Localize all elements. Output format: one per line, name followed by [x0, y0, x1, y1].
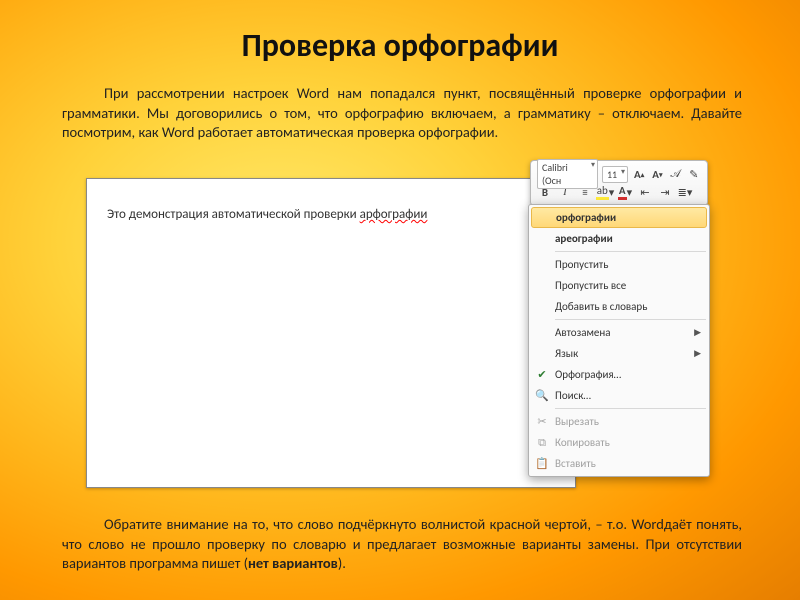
styles-icon[interactable]: 𝒜 — [668, 167, 682, 181]
bullets-icon[interactable]: ≣▾ — [677, 185, 693, 199]
menu-paste: 📋 Вставить — [529, 453, 709, 474]
menu-skip-all[interactable]: Пропустить все — [529, 275, 709, 296]
menu-autocorrect[interactable]: Автозамена ▶ — [529, 322, 709, 343]
paragraph-2: Обратите внимание на то, что слово подчё… — [62, 515, 742, 574]
para2-part-a: Обратите внимание на то, что слово подчё… — [62, 515, 742, 572]
spellcheck-context-menu: орфографии ареографии Пропустить Пропуст… — [528, 204, 710, 477]
find-icon: 🔍 — [534, 388, 550, 404]
highlight-color-icon[interactable]: ab▾ — [597, 185, 613, 199]
document-text: Это демонстрация автоматической проверки… — [107, 207, 427, 222]
para2-part-c: ). — [338, 554, 346, 572]
submenu-arrow-icon: ▶ — [694, 327, 701, 338]
menu-language-label: Язык — [555, 347, 578, 360]
menu-autocorrect-label: Автозамена — [555, 326, 611, 339]
font-size-dropdown[interactable]: 11 — [602, 166, 628, 183]
menu-find[interactable]: 🔍 Поиск… — [529, 385, 709, 406]
format-painter-icon[interactable]: ✎ — [687, 167, 701, 181]
slide-title: Проверка орфографии — [0, 26, 800, 65]
suggestion-2[interactable]: ареографии — [529, 228, 709, 249]
menu-spellcheck-label: Орфография… — [555, 368, 621, 381]
menu-add-to-dict[interactable]: Добавить в словарь — [529, 296, 709, 317]
decrease-indent-icon[interactable]: ⇤ — [637, 185, 653, 199]
menu-separator — [555, 408, 706, 409]
spellcheck-icon: ✔ — [534, 367, 550, 383]
menu-separator — [555, 251, 706, 252]
misspelled-word[interactable]: арфографии — [360, 207, 428, 222]
increase-indent-icon[interactable]: ⇥ — [657, 185, 673, 199]
menu-cut: ✂ Вырезать — [529, 411, 709, 432]
menu-copy: ⧉ Копировать — [529, 432, 709, 453]
menu-language[interactable]: Язык ▶ — [529, 343, 709, 364]
paste-icon: 📋 — [534, 456, 550, 472]
font-name-dropdown[interactable]: Calibri (Осн — [537, 159, 598, 189]
para2-bold: нет вариантов — [248, 554, 338, 572]
floating-mini-toolbar: Calibri (Осн 11 A▴ A▾ 𝒜 ✎ B I ≡ ab▾ A▾ ⇤… — [530, 160, 708, 206]
shrink-font-icon[interactable]: A▾ — [650, 167, 664, 181]
menu-paste-label: Вставить — [555, 457, 596, 470]
menu-skip[interactable]: Пропустить — [529, 254, 709, 275]
grow-font-icon[interactable]: A▴ — [632, 167, 646, 181]
paragraph-1: При рассмотрении настроек Word нам попад… — [62, 84, 742, 143]
menu-copy-label: Копировать — [555, 436, 610, 449]
doc-text-prefix: Это демонстрация автоматической проверки — [107, 207, 360, 222]
submenu-arrow-icon: ▶ — [694, 348, 701, 359]
menu-find-label: Поиск… — [555, 389, 591, 402]
suggestion-1[interactable]: орфографии — [531, 207, 707, 228]
menu-cut-label: Вырезать — [555, 415, 599, 428]
copy-icon: ⧉ — [534, 435, 550, 451]
font-color-icon[interactable]: A▾ — [617, 185, 633, 199]
word-document-screenshot: Это демонстрация автоматической проверки… — [86, 178, 576, 488]
menu-separator — [555, 319, 706, 320]
menu-spellcheck[interactable]: ✔ Орфография… — [529, 364, 709, 385]
cut-icon: ✂ — [534, 414, 550, 430]
